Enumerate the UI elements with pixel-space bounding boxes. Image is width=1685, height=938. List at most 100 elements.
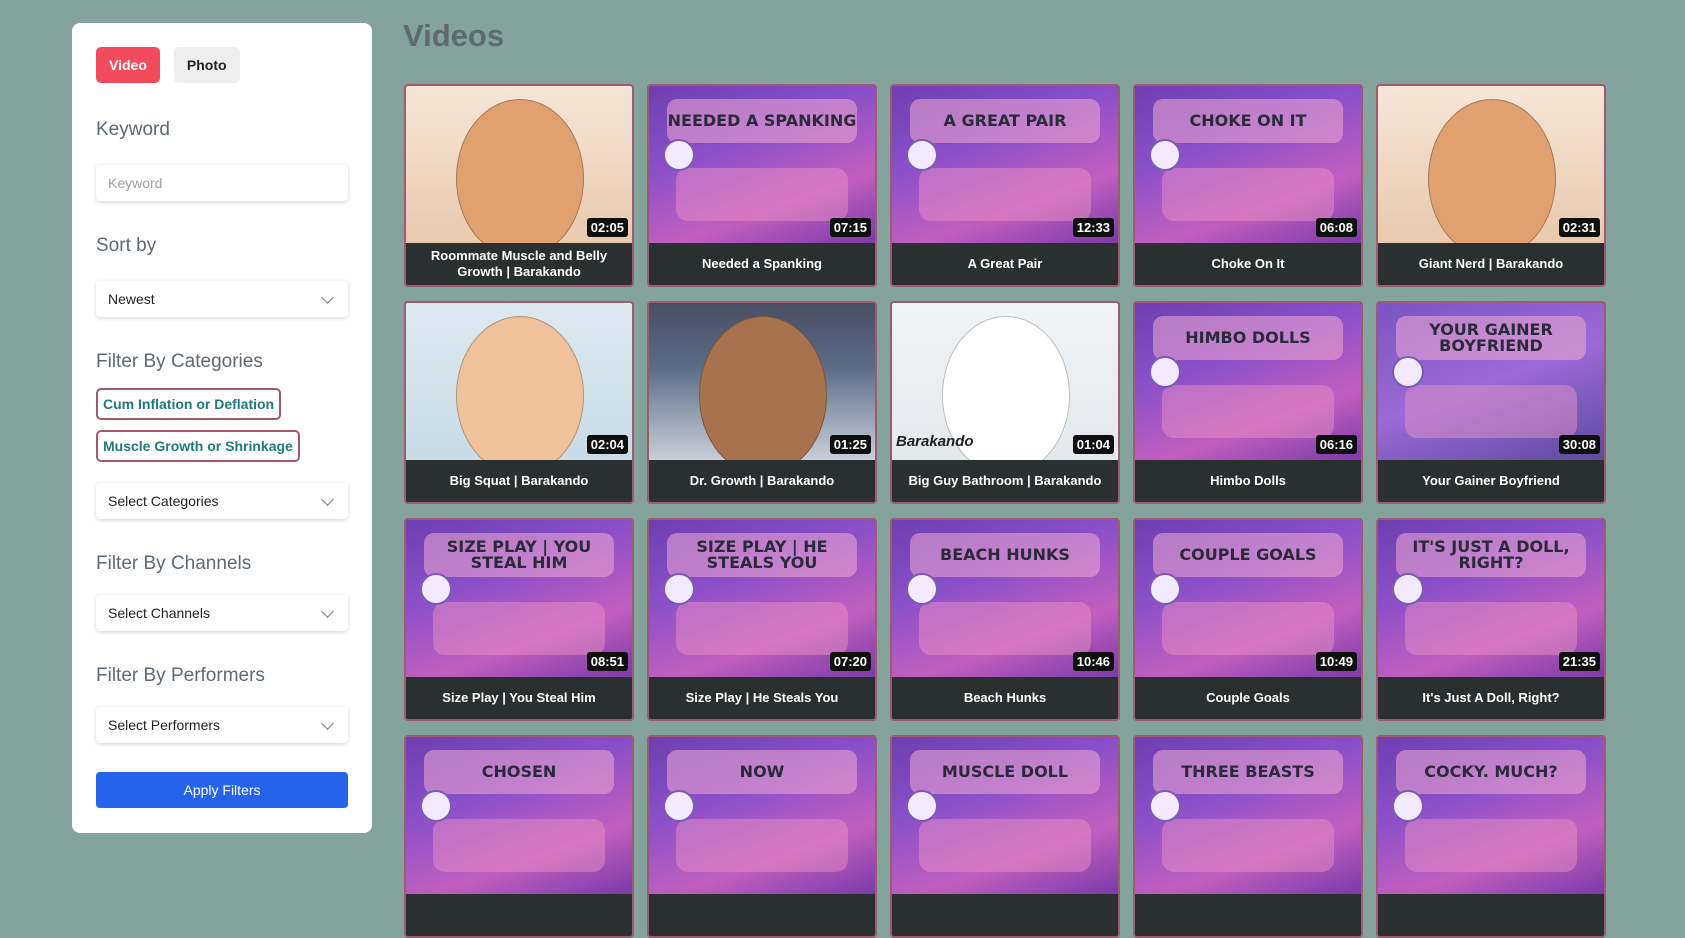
channel-logo-icon <box>419 573 452 606</box>
video-duration-badge: 02:04 <box>586 435 628 454</box>
video-card[interactable]: IT'S JUST A DOLL, RIGHT? 21:35 It's Just A… <box>1376 518 1606 721</box>
video-thumbnail[interactable]: 02:05 <box>406 86 632 243</box>
video-thumbnail[interactable]: YOUR GAINER BOYFRIEND 30:08 <box>1378 303 1604 460</box>
thumbnail-artwork <box>455 98 585 243</box>
thumbnail-artwork <box>455 315 585 460</box>
video-title[interactable]: Beach Hunks <box>892 677 1118 719</box>
thumbnail-title-text: BEACH HUNKS <box>910 532 1100 577</box>
video-title[interactable]: Roommate Muscle and Belly Growth | Barak… <box>406 243 632 285</box>
video-title[interactable]: Size Play | You Steal Him <box>406 677 632 719</box>
video-duration-badge: 30:08 <box>1558 435 1600 454</box>
video-thumbnail[interactable]: THREE BEASTS <box>1135 737 1361 894</box>
keyword-label: Keyword <box>96 119 170 140</box>
thumbnail-description-panel <box>1405 601 1577 655</box>
thumbnail-title-text: IT'S JUST A DOLL, RIGHT? <box>1396 532 1586 577</box>
video-thumbnail[interactable]: NEEDED A SPANKING 07:15 <box>649 86 875 243</box>
video-card[interactable]: MUSCLE DOLL <box>890 735 1120 938</box>
thumbnail-description-panel <box>1162 384 1334 438</box>
apply-filters-button[interactable]: Apply Filters <box>96 772 348 808</box>
category-chip-muscle-growth[interactable]: Muscle Growth or Shrinkage <box>96 430 300 462</box>
channels-label: Filter By Channels <box>96 553 252 574</box>
video-title[interactable]: A Great Pair <box>892 243 1118 285</box>
performers-select[interactable]: Select Performers <box>96 707 348 743</box>
channels-select[interactable]: Select Channels <box>96 595 348 631</box>
chevron-down-icon <box>321 492 334 506</box>
video-thumbnail[interactable]: COCKY. MUCH? <box>1378 737 1604 894</box>
video-title[interactable]: Giant Nerd | Barakando <box>1378 243 1604 285</box>
video-card[interactable]: CHOSEN <box>404 735 634 938</box>
video-thumbnail[interactable]: SIZE PLAY | YOU STEAL HIM 08:51 <box>406 520 632 677</box>
video-duration-badge: 07:15 <box>829 218 871 237</box>
video-thumbnail[interactable]: 01:25 <box>649 303 875 460</box>
video-card[interactable]: YOUR GAINER BOYFRIEND 30:08 Your Gainer Bo… <box>1376 301 1606 504</box>
thumbnail-title-text: YOUR GAINER BOYFRIEND <box>1396 315 1586 360</box>
video-card[interactable]: 02:04 Big Squat | Barakando <box>404 301 634 504</box>
video-card[interactable]: THREE BEASTS <box>1133 735 1363 938</box>
thumbnail-title-text: THREE BEASTS <box>1153 749 1343 794</box>
video-title[interactable]: Himbo Dolls <box>1135 460 1361 502</box>
video-card[interactable]: Barakando 01:04 Big Guy Bathroom | Barakan… <box>890 301 1120 504</box>
video-thumbnail[interactable]: HIMBO DOLLS 06:16 <box>1135 303 1361 460</box>
channel-logo-icon <box>905 790 938 823</box>
video-tab-button[interactable]: Video <box>96 47 160 83</box>
video-thumbnail[interactable]: IT'S JUST A DOLL, RIGHT? 21:35 <box>1378 520 1604 677</box>
thumbnail-title-text: COCKY. MUCH? <box>1396 749 1586 794</box>
video-card[interactable]: 02:05 Roommate Muscle and Belly Growth | … <box>404 84 634 287</box>
video-title[interactable]: Big Squat | Barakando <box>406 460 632 502</box>
video-card[interactable]: COCKY. MUCH? <box>1376 735 1606 938</box>
video-card[interactable]: COUPLE GOALS 10:49 Couple Goals <box>1133 518 1363 721</box>
video-title[interactable] <box>1135 894 1361 936</box>
video-card[interactable]: 01:25 Dr. Growth | Barakando <box>647 301 877 504</box>
video-title[interactable]: Dr. Growth | Barakando <box>649 460 875 502</box>
channel-logo-icon <box>905 139 938 172</box>
video-card[interactable]: NOW <box>647 735 877 938</box>
video-title[interactable]: Couple Goals <box>1135 677 1361 719</box>
thumbnail-watermark: Barakando <box>896 433 974 450</box>
video-thumbnail[interactable]: CHOSEN <box>406 737 632 894</box>
video-title[interactable] <box>406 894 632 936</box>
video-thumbnail[interactable]: COUPLE GOALS 10:49 <box>1135 520 1361 677</box>
category-chip-cum-inflation[interactable]: Cum Inflation or Deflation <box>96 388 282 420</box>
keyword-input[interactable] <box>96 175 348 191</box>
video-title[interactable]: Size Play | He Steals You <box>649 677 875 719</box>
video-card[interactable]: SIZE PLAY | HE STEALS YOU 07:20 Size Play … <box>647 518 877 721</box>
thumbnail-description-panel <box>676 818 848 872</box>
categories-label: Filter By Categories <box>96 351 263 372</box>
channel-logo-icon <box>1391 790 1424 823</box>
categories-select[interactable]: Select Categories <box>96 483 348 519</box>
video-card[interactable]: BEACH HUNKS 10:46 Beach Hunks <box>890 518 1120 721</box>
video-card[interactable]: 02:31 Giant Nerd | Barakando <box>1376 84 1606 287</box>
video-card[interactable]: HIMBO DOLLS 06:16 Himbo Dolls <box>1133 301 1363 504</box>
filter-sidebar: Video Photo Keyword Sort by Newest Filte… <box>72 23 372 833</box>
video-title[interactable] <box>1378 894 1604 936</box>
video-title[interactable] <box>649 894 875 936</box>
video-duration-badge: 12:33 <box>1072 218 1114 237</box>
video-card[interactable]: A GREAT PAIR 12:33 A Great Pair <box>890 84 1120 287</box>
video-title[interactable]: Needed a Spanking <box>649 243 875 285</box>
video-card[interactable]: NEEDED A SPANKING 07:15 Needed a Spanking <box>647 84 877 287</box>
video-title[interactable] <box>892 894 1118 936</box>
video-title[interactable]: Your Gainer Boyfriend <box>1378 460 1604 502</box>
video-duration-badge: 10:49 <box>1315 652 1357 671</box>
video-title[interactable]: Choke On It <box>1135 243 1361 285</box>
video-card[interactable]: CHOKE ON IT 06:08 Choke On It <box>1133 84 1363 287</box>
video-thumbnail[interactable]: 02:31 <box>1378 86 1604 243</box>
sort-select[interactable]: Newest <box>96 281 348 317</box>
photo-tab-button[interactable]: Photo <box>173 47 240 83</box>
thumbnail-title-text: CHOKE ON IT <box>1153 98 1343 143</box>
media-type-toggle: Video Photo <box>96 47 240 83</box>
video-thumbnail[interactable]: MUSCLE DOLL <box>892 737 1118 894</box>
video-title[interactable]: Big Guy Bathroom | Barakando <box>892 460 1118 502</box>
video-thumbnail[interactable]: CHOKE ON IT 06:08 <box>1135 86 1361 243</box>
video-thumbnail[interactable]: 02:04 <box>406 303 632 460</box>
video-title[interactable]: It's Just A Doll, Right? <box>1378 677 1604 719</box>
video-thumbnail[interactable]: NOW <box>649 737 875 894</box>
thumbnail-description-panel <box>1162 601 1334 655</box>
video-thumbnail[interactable]: A GREAT PAIR 12:33 <box>892 86 1118 243</box>
thumbnail-title-text: A GREAT PAIR <box>910 98 1100 143</box>
video-thumbnail[interactable]: SIZE PLAY | HE STEALS YOU 07:20 <box>649 520 875 677</box>
thumbnail-title-text: HIMBO DOLLS <box>1153 315 1343 360</box>
video-thumbnail[interactable]: Barakando 01:04 <box>892 303 1118 460</box>
video-thumbnail[interactable]: BEACH HUNKS 10:46 <box>892 520 1118 677</box>
video-card[interactable]: SIZE PLAY | YOU STEAL HIM 08:51 Size Play … <box>404 518 634 721</box>
